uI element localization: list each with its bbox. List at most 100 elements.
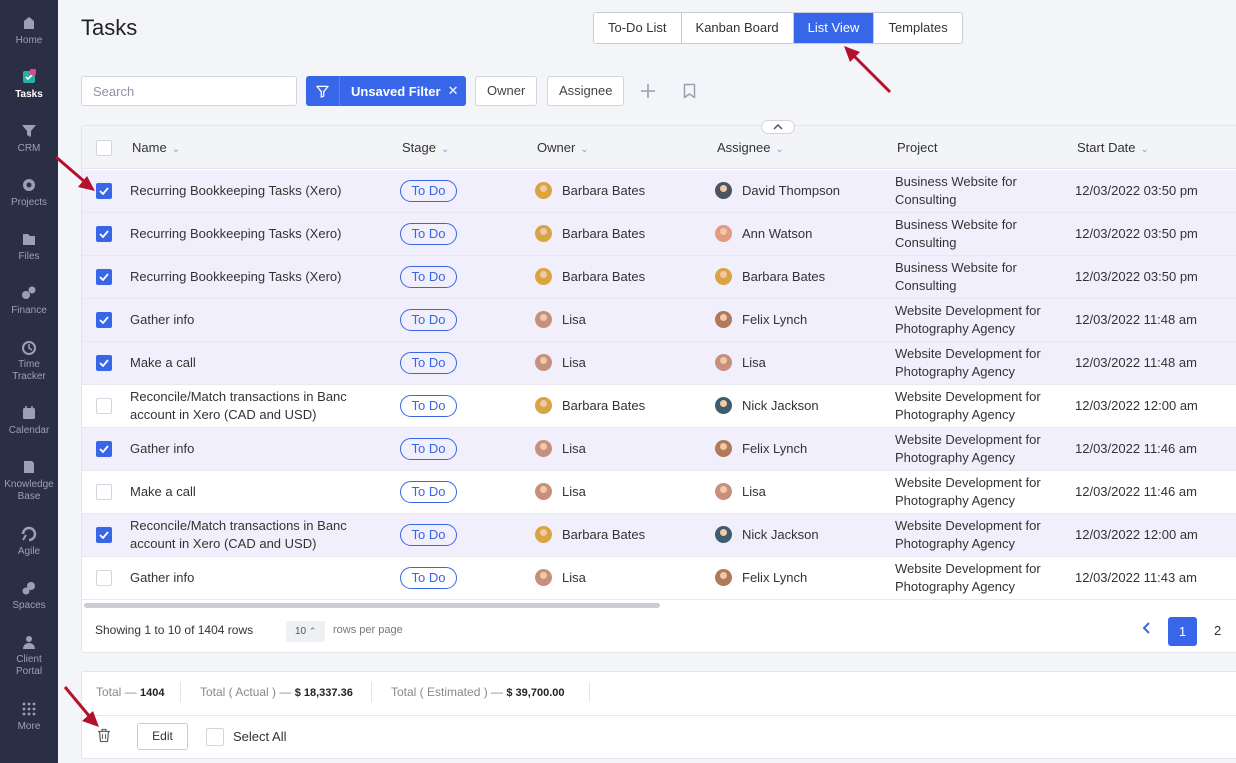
chevron-down-icon: ⌄ (580, 144, 589, 155)
edit-button[interactable]: Edit (137, 723, 188, 750)
previous-page-icon[interactable] (1142, 621, 1151, 637)
row-select-checkbox[interactable] (96, 312, 112, 328)
owner-cell: Lisa (535, 354, 586, 371)
table-row[interactable]: Gather info To Do Lisa Felix Lynch Website D… (82, 557, 1236, 600)
unsaved-filter-button[interactable]: Unsaved Filter ✕ (306, 76, 466, 106)
task-name[interactable]: Make a call (130, 354, 196, 372)
project-cell[interactable]: Website Development for Photography Agenc… (895, 302, 1041, 338)
column-header-assignee[interactable]: Assignee ⌄ (717, 140, 784, 155)
owner-cell: Barbara Bates (535, 397, 645, 414)
project-cell[interactable]: Business Website for Consulting (895, 259, 1017, 295)
column-header-project[interactable]: Project (897, 140, 937, 155)
stage-badge[interactable]: To Do (400, 266, 457, 288)
collapse-columns-button[interactable] (761, 120, 795, 134)
task-name[interactable]: Recurring Bookkeeping Tasks (Xero) (130, 225, 341, 243)
start-date-cell: 12/03/2022 03:50 pm (1075, 226, 1198, 241)
sidebar-item-home[interactable]: Home (0, 14, 58, 47)
table-row[interactable]: Make a call To Do Lisa Lisa Website Developm… (82, 342, 1236, 385)
row-select-checkbox[interactable] (96, 484, 112, 500)
column-header-start-date[interactable]: Start Date ⌄ (1077, 140, 1149, 155)
stage-badge[interactable]: To Do (400, 481, 457, 503)
tab-to-do-list[interactable]: To-Do List (594, 13, 682, 43)
sidebar-item-finance[interactable]: Finance (0, 284, 58, 317)
row-select-checkbox[interactable] (96, 398, 112, 414)
select-all-label: Select All (233, 729, 287, 744)
page-2-button[interactable]: 2 (1214, 623, 1221, 638)
row-select-checkbox[interactable] (96, 527, 112, 543)
stage-badge[interactable]: To Do (400, 395, 457, 417)
sidebar-item-crm[interactable]: CRM (0, 122, 58, 155)
table-row[interactable]: Recurring Bookkeeping Tasks (Xero) To Do B… (82, 170, 1236, 213)
task-name[interactable]: Reconcile/Match transactions in Banc acco… (130, 517, 347, 553)
task-name[interactable]: Gather info (130, 311, 194, 329)
table-row[interactable]: Gather info To Do Lisa Felix Lynch Website D… (82, 428, 1236, 471)
stage-badge[interactable]: To Do (400, 180, 457, 202)
add-filter-icon[interactable] (638, 81, 658, 101)
column-header-owner[interactable]: Owner ⌄ (537, 140, 589, 155)
sidebar-item-spaces[interactable]: Spaces (0, 579, 58, 612)
sidebar-item-knowledge-base[interactable]: Knowledge Base (0, 458, 58, 503)
project-cell[interactable]: Website Development for Photography Agenc… (895, 388, 1041, 424)
checkmark-icon (99, 230, 109, 238)
avatar (535, 354, 552, 371)
finance-icon (22, 286, 36, 299)
task-name[interactable]: Recurring Bookkeeping Tasks (Xero) (130, 268, 341, 286)
task-name[interactable]: Reconcile/Match transactions in Banc acco… (130, 388, 347, 424)
rows-per-page-select[interactable]: 10 ⌃ (286, 621, 325, 642)
avatar (715, 268, 732, 285)
table-row[interactable]: Recurring Bookkeeping Tasks (Xero) To Do B… (82, 256, 1236, 299)
project-cell[interactable]: Website Development for Photography Agenc… (895, 431, 1041, 467)
row-select-checkbox[interactable] (96, 570, 112, 586)
table-row[interactable]: Reconcile/Match transactions in Banc acco… (82, 514, 1236, 557)
stage-badge[interactable]: To Do (400, 309, 457, 331)
task-name[interactable]: Recurring Bookkeeping Tasks (Xero) (130, 182, 341, 200)
clear-filter-icon[interactable]: ✕ (448, 83, 459, 99)
project-cell[interactable]: Website Development for Photography Agenc… (895, 345, 1041, 381)
sidebar-item-client-portal[interactable]: Client Portal (0, 633, 58, 678)
page-1-button[interactable]: 1 (1168, 617, 1197, 646)
sidebar-item-calendar[interactable]: Calendar (0, 404, 58, 437)
stage-badge[interactable]: To Do (400, 223, 457, 245)
task-name[interactable]: Make a call (130, 483, 196, 501)
sidebar-item-agile[interactable]: Agile (0, 525, 58, 558)
tab-kanban-board[interactable]: Kanban Board (681, 13, 794, 43)
table-row[interactable]: Recurring Bookkeeping Tasks (Xero) To Do B… (82, 213, 1236, 256)
horizontal-scrollbar[interactable] (84, 603, 660, 608)
more-icon (22, 702, 36, 716)
sidebar-item-projects[interactable]: Projects (0, 176, 58, 209)
project-cell[interactable]: Business Website for Consulting (895, 216, 1017, 252)
crm-icon (22, 125, 36, 137)
project-cell[interactable]: Business Website for Consulting (895, 173, 1017, 209)
stage-badge[interactable]: To Do (400, 438, 457, 460)
search-input[interactable] (81, 76, 297, 106)
row-select-checkbox[interactable] (96, 226, 112, 242)
project-cell[interactable]: Website Development for Photography Agenc… (895, 474, 1041, 510)
row-select-checkbox[interactable] (96, 441, 112, 457)
column-header-stage[interactable]: Stage ⌄ (402, 140, 449, 155)
tab-templates[interactable]: Templates (874, 13, 962, 43)
project-cell[interactable]: Website Development for Photography Agenc… (895, 517, 1041, 553)
tab-list-view[interactable]: List View (793, 13, 875, 43)
column-header-name[interactable]: Name ⌄ (132, 140, 180, 155)
select-all-checkbox[interactable] (206, 728, 224, 746)
bookmark-icon[interactable] (679, 81, 699, 101)
sidebar-item-files[interactable]: Files (0, 230, 58, 263)
stage-badge[interactable]: To Do (400, 567, 457, 589)
row-select-checkbox[interactable] (96, 269, 112, 285)
assignee-filter-button[interactable]: Assignee (547, 76, 625, 106)
sidebar-item-more[interactable]: More (0, 700, 58, 733)
project-cell[interactable]: Website Development for Photography Agenc… (895, 560, 1041, 596)
sidebar-item-label: Home (15, 35, 43, 46)
table-row[interactable]: Make a call To Do Lisa Lisa Website Developm… (82, 471, 1236, 514)
sidebar-item-tasks[interactable]: Tasks (0, 68, 58, 101)
row-select-checkbox[interactable] (96, 355, 112, 371)
task-name[interactable]: Gather info (130, 569, 194, 587)
sidebar-item-time-tracker[interactable]: Time Tracker (0, 338, 58, 383)
task-name[interactable]: Gather info (130, 440, 194, 458)
stage-badge[interactable]: To Do (400, 524, 457, 546)
start-date-cell: 12/03/2022 12:00 am (1075, 527, 1198, 542)
stage-badge[interactable]: To Do (400, 352, 457, 374)
owner-filter-button[interactable]: Owner (475, 76, 538, 106)
table-row[interactable]: Gather info To Do Lisa Felix Lynch Website D… (82, 299, 1236, 342)
table-row[interactable]: Reconcile/Match transactions in Banc acco… (82, 385, 1236, 428)
